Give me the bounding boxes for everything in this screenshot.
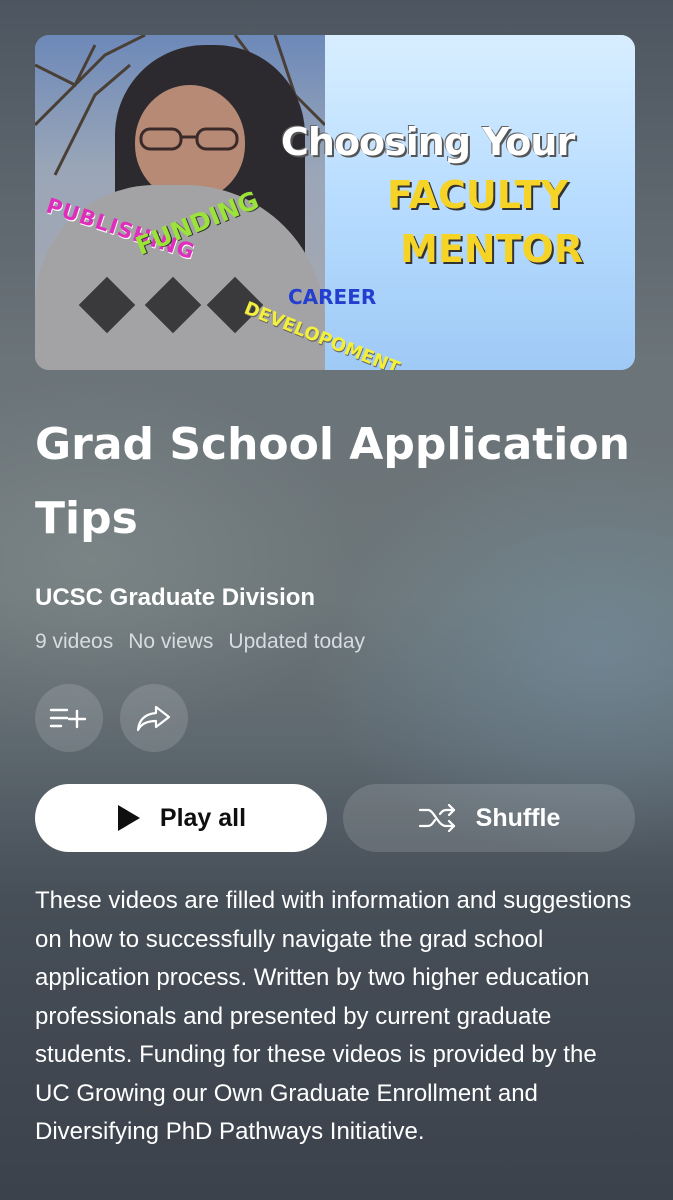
playlist-add-icon bbox=[49, 708, 87, 729]
playlist-meta: 9 videos No views Updated today bbox=[35, 630, 365, 654]
play-all-button[interactable]: Play all bbox=[35, 784, 327, 852]
playlist-title: Grad School Application Tips bbox=[35, 419, 630, 544]
glasses-icon bbox=[139, 127, 239, 151]
video-count: 9 videos bbox=[35, 630, 114, 653]
play-icon bbox=[116, 804, 142, 832]
channel-name[interactable]: UCSC Graduate Division bbox=[35, 584, 315, 612]
share-button[interactable] bbox=[120, 684, 188, 752]
playlist-description: These videos are filled with information… bbox=[35, 887, 632, 1145]
view-count: No views bbox=[128, 630, 214, 653]
shuffle-label: Shuffle bbox=[475, 803, 561, 832]
updated-label: Updated today bbox=[228, 630, 366, 653]
shuffle-icon bbox=[418, 804, 458, 832]
thumbnail-tag-career: CAREER bbox=[288, 285, 377, 309]
thumbnail-title-line3: MENTOR bbox=[400, 227, 584, 271]
shuffle-button[interactable]: Shuffle bbox=[343, 784, 635, 852]
share-icon bbox=[136, 705, 171, 732]
thumbnail-title-line2: FACULTY bbox=[387, 173, 569, 217]
playlist-thumbnail[interactable]: Choosing Your FACULTY MENTOR PUBLISHING … bbox=[35, 35, 635, 370]
play-all-label: Play all bbox=[159, 803, 247, 832]
save-to-library-button[interactable] bbox=[35, 684, 103, 752]
thumbnail-title-line1: Choosing Your bbox=[281, 120, 575, 164]
